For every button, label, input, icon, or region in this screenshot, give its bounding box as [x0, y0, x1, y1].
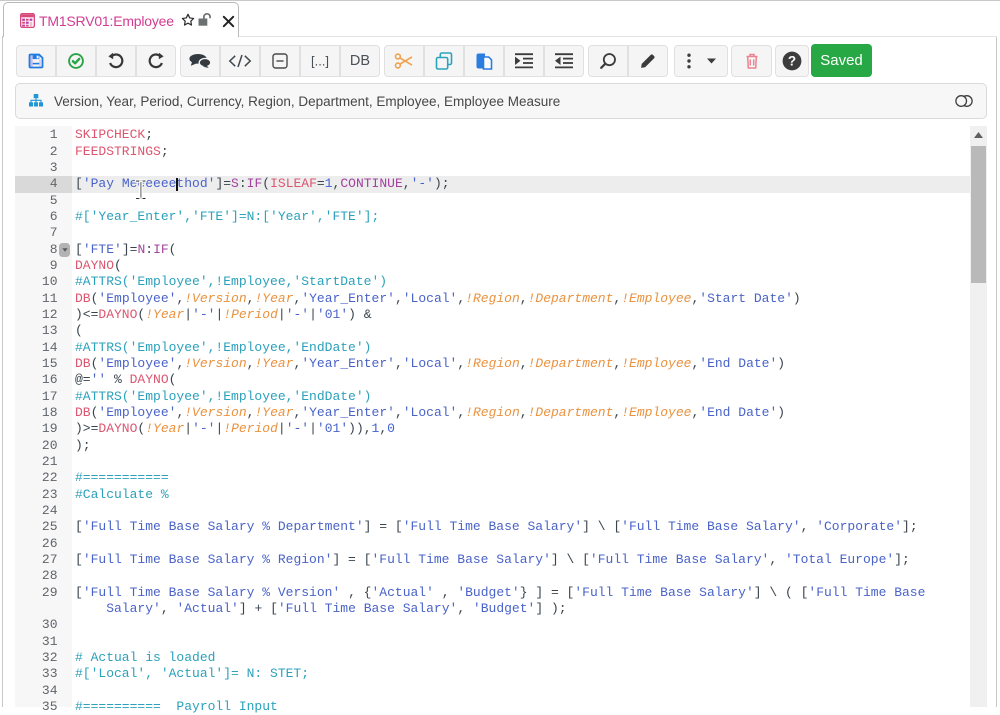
svg-text:?: ? [788, 53, 796, 68]
